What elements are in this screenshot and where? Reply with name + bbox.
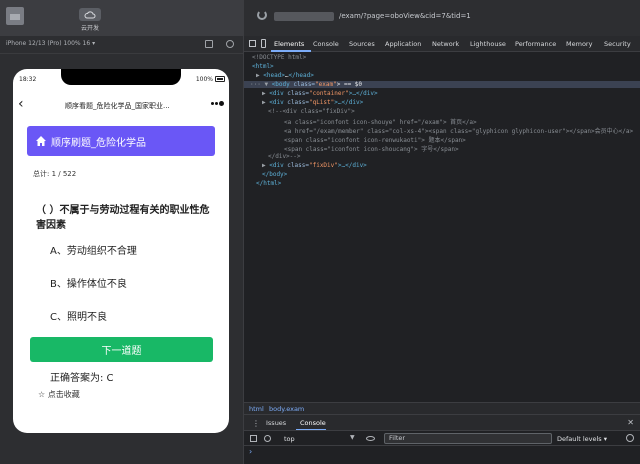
tab-network[interactable]: Network — [432, 40, 459, 48]
favorite-button[interactable]: ☆ 点击收藏 — [38, 389, 80, 400]
more-options-icon[interactable]: ⋮ — [252, 419, 260, 428]
tab-lighthouse[interactable]: Lighthouse — [470, 40, 506, 48]
tab-application[interactable]: Application — [385, 40, 421, 48]
context-selector[interactable]: top — [284, 435, 295, 443]
drawer-tabbar: ⋮ Issues Console ✕ — [244, 414, 640, 431]
dark-mode-icon[interactable] — [226, 40, 234, 48]
device-bar: iPhone 12/13 (Pro) 100% 16 ▾ — [0, 36, 243, 54]
cloud-dev-label: 云开发 — [80, 25, 99, 32]
breadcrumb-html[interactable]: html — [249, 405, 264, 413]
tab-console[interactable]: Console — [313, 40, 339, 48]
device-selector[interactable]: iPhone 12/13 (Pro) 100% 16 ▾ — [6, 40, 95, 47]
rotate-icon[interactable] — [205, 40, 213, 48]
dom-line[interactable]: <span class="iconfont icon-shoucang"> 字号… — [284, 144, 459, 153]
dom-line[interactable]: ▶ <head>…</head> — [256, 72, 314, 79]
device-toolbar-icon[interactable] — [261, 39, 266, 48]
more-menu-icon[interactable] — [211, 101, 224, 106]
inspect-element-icon[interactable] — [249, 40, 256, 47]
dom-line[interactable]: <!--<div class="fixDiv"> — [268, 108, 355, 115]
tab-memory[interactable]: Memory — [566, 40, 592, 48]
option-a[interactable]: A、劳动组织不合理 — [50, 242, 137, 257]
dom-line[interactable]: <span class="iconfont icon-renwukaoti"> … — [284, 135, 466, 144]
dom-line[interactable]: <html> — [252, 63, 274, 70]
question-counter: 总计: 1 / 522 — [33, 170, 77, 178]
screen: 云开发 iPhone 12/13 (Pro) 100% 16 ▾ 18:32 1… — [0, 0, 640, 464]
question-text: （ ）不属于与劳动过程有关的职业性危害因素 — [36, 205, 210, 231]
simulator-toolbar: 云开发 — [0, 0, 243, 36]
next-question-button[interactable]: 下一道题 — [30, 337, 213, 362]
back-arrow-icon[interactable]: ‹ — [18, 97, 24, 111]
tab-security[interactable]: Security — [604, 40, 631, 48]
dom-line[interactable]: </html> — [256, 180, 281, 187]
option-b[interactable]: B、操作体位不良 — [50, 275, 127, 290]
battery-icon — [215, 76, 225, 82]
cloud-dev-button[interactable]: 云开发 — [78, 8, 102, 32]
mini-nav-bar: ‹ 顺序看题_危险化学品_国家职业... — [13, 97, 229, 115]
status-time: 18:32 — [19, 76, 37, 83]
dom-line[interactable]: ▶ <div class="fixDiv">…</div> — [262, 162, 367, 169]
cloud-icon — [79, 8, 101, 21]
chevron-down-icon[interactable]: ▼ — [350, 434, 355, 441]
eye-icon[interactable] — [366, 436, 375, 441]
page-header-title: 顺序刷题_危险化学品 — [51, 137, 146, 149]
dom-tree: <!DOCTYPE html> <html> ▶ <head>…</head> … — [244, 52, 640, 400]
log-levels-dropdown[interactable]: Default levels ▾ — [557, 435, 607, 443]
url-bar: /exam/?page=oboView&cid=7&tid=1 — [244, 0, 640, 36]
simulator-panel: 云开发 iPhone 12/13 (Pro) 100% 16 ▾ 18:32 1… — [0, 0, 243, 464]
tab-elements[interactable]: Elements — [274, 40, 304, 48]
url-host-redacted — [274, 12, 334, 21]
console-prompt[interactable]: › — [249, 447, 252, 456]
tab-sources[interactable]: Sources — [349, 40, 375, 48]
gear-icon[interactable] — [626, 434, 634, 442]
drawer-tab-issues[interactable]: Issues — [266, 419, 286, 427]
status-battery-text: 100% — [195, 76, 213, 83]
dom-line[interactable]: <a href="/exam/member" class="col-xs-4">… — [284, 126, 633, 135]
nav-title: 顺序看题_危险化学品_国家职业... — [65, 102, 170, 110]
devtools-tabbar: Elements Console Sources Application Net… — [244, 36, 640, 52]
dom-line[interactable]: <a class="iconfont icon-shouye" href="/e… — [284, 117, 477, 126]
phone-screen: 18:32 100% ‹ 顺序看题_危险化学品_国家职业... 顺序刷题_危险化… — [13, 69, 229, 433]
url-text[interactable]: /exam/?page=oboView&cid=7&tid=1 — [339, 12, 471, 20]
close-icon[interactable]: ✕ — [627, 418, 634, 427]
tab-performance[interactable]: Performance — [515, 40, 556, 48]
dom-line[interactable]: </div>--> — [268, 153, 301, 160]
image-icon[interactable] — [6, 7, 24, 25]
dom-line[interactable]: ▶ <div class="container">…</div> — [262, 90, 378, 97]
dom-line-selected[interactable]: ··· ▼ <body class="exam"> == $0 — [244, 81, 640, 88]
option-c[interactable]: C、照明不良 — [50, 308, 107, 323]
breadcrumb-body[interactable]: body.exam — [269, 405, 304, 413]
clear-console-icon[interactable] — [264, 435, 271, 442]
breadcrumb: html body.exam — [244, 402, 640, 414]
reload-icon[interactable] — [257, 10, 267, 20]
devtools-panel: /exam/?page=oboView&cid=7&tid=1 Elements… — [243, 0, 640, 464]
sidebar-toggle-icon[interactable] — [250, 435, 257, 442]
page-header-card: 顺序刷题_危险化学品 — [27, 126, 215, 156]
correct-answer: 正确答案为: C — [50, 373, 114, 384]
filter-input[interactable]: Filter — [384, 433, 552, 444]
drawer-tab-console[interactable]: Console — [300, 419, 326, 427]
home-icon — [36, 136, 46, 146]
dom-line[interactable]: ▶ <div class="qList">…</div> — [262, 99, 363, 106]
phone-notch — [61, 69, 181, 85]
dom-line[interactable]: <!DOCTYPE html> — [252, 54, 306, 61]
console-toolbar: top ▼ Filter Default levels ▾ — [244, 430, 640, 446]
dom-line[interactable]: </body> — [262, 171, 287, 178]
